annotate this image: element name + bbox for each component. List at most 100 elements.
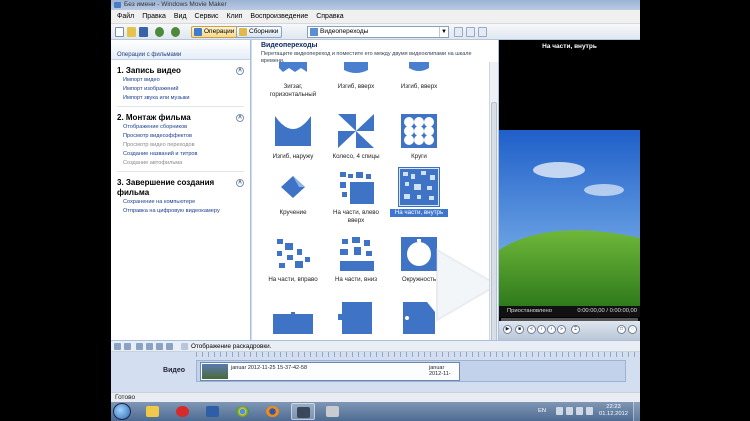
scrollbar-thumb[interactable] (491, 102, 497, 340)
task-section-title-text: 3. Завершение создания фильма (117, 178, 215, 197)
task-section-title: 1. Запись видео ˄ (117, 66, 244, 76)
task-section-edit: 2. Монтаж фильма ˄ Отображение сборников… (111, 107, 250, 172)
menu-playback[interactable]: Воспроизведение (246, 10, 312, 24)
menu-tools[interactable]: Сервис (191, 10, 223, 24)
collections-button[interactable]: Сборники (236, 26, 283, 38)
open-folder-icon[interactable] (127, 27, 136, 37)
link-import-images[interactable]: Импорт изображений (117, 85, 244, 94)
transition-tile[interactable]: Зигзаг, горизонтальный (264, 62, 322, 98)
collections-label: Сборники (249, 28, 279, 35)
stop-icon[interactable]: ■ (515, 325, 524, 334)
next-frame-icon[interactable]: › (547, 325, 556, 334)
views-icon[interactable] (478, 27, 487, 37)
undo-icon[interactable] (155, 27, 164, 37)
storyboard-toggle-icon[interactable] (181, 343, 188, 350)
transition-tile[interactable]: Колесо, 4 спицы (327, 112, 385, 161)
transition-tile[interactable]: Изгиб, вверх (390, 62, 448, 91)
collapse-icon[interactable]: ˄ (236, 179, 244, 187)
play-icon[interactable]: ▶ (503, 325, 512, 334)
transition-tile-selected[interactable]: На части, внутрь (390, 167, 448, 217)
split-icon[interactable]: ⌶ (571, 325, 580, 334)
collapse-icon[interactable]: ˄ (236, 114, 244, 122)
video-clip[interactable]: januar 2012-11-25 15-37-42-58 januar 201… (200, 362, 460, 381)
link-import-video[interactable]: Импорт видео (117, 76, 244, 85)
clock[interactable]: 22:23 01.12.2012 (599, 404, 628, 418)
redo-icon[interactable] (171, 27, 180, 37)
timeline-ruler[interactable] (196, 352, 640, 357)
transition-thumbnail (273, 112, 313, 150)
transition-thumbnail (399, 62, 439, 80)
link-import-audio[interactable]: Импорт звука или музыки (117, 94, 244, 103)
link-save-computer[interactable]: Сохранение на компьютере (117, 198, 244, 207)
storyboard-toggle-label[interactable]: Отображение раскадровки. (191, 341, 271, 352)
taskbar-explorer[interactable] (141, 403, 165, 420)
snapshot-icon[interactable]: ◌ (628, 325, 637, 334)
menu-bar: Файл Правка Вид Сервис Клип Воспроизведение Сп… (111, 10, 640, 24)
save-icon[interactable] (139, 27, 148, 37)
transition-tile[interactable]: Изгиб, наружу (264, 112, 322, 161)
tray-network-icon[interactable] (566, 407, 573, 415)
transition-label: Колесо, 4 спицы (332, 153, 380, 160)
transition-tile[interactable]: На части, влево вверх (327, 168, 385, 224)
play-timeline-icon[interactable] (166, 343, 173, 350)
collapse-icon[interactable]: ˄ (236, 67, 244, 75)
tray-power-icon[interactable] (586, 407, 593, 415)
collection-select-value: Видеопереходы (320, 28, 369, 35)
menu-view[interactable]: Вид (170, 10, 191, 24)
letterbox-left (0, 0, 111, 421)
start-button[interactable] (113, 403, 131, 420)
rewind-timeline-icon[interactable] (156, 343, 163, 350)
collection-select[interactable]: Видеопереходы ▼ (307, 26, 449, 38)
taskbar-opera[interactable] (171, 403, 195, 420)
link-show-collections[interactable]: Отображение сборников (117, 123, 244, 132)
menu-file[interactable]: Файл (111, 10, 138, 24)
new-project-icon[interactable] (115, 27, 124, 37)
transition-label: Круги (411, 153, 427, 160)
transition-tile[interactable]: На части, вниз (327, 235, 385, 284)
tray-volume-icon[interactable] (576, 407, 583, 415)
link-make-automovie: Создание автофильма (123, 160, 183, 166)
link-view-effects[interactable]: Просмотр видеоэффектов (117, 132, 244, 141)
transition-label: Изгиб, вверх (337, 83, 375, 90)
transitions-gallery: Видеопереходы Перетащите видеопереход и … (252, 40, 499, 340)
transition-thumbnail (336, 168, 376, 206)
fullscreen-icon[interactable]: □ (617, 325, 626, 334)
preview-status-bar: Приостановлено 0:00:00,00 / 0:00:00,00 (499, 306, 640, 317)
link-make-titles[interactable]: Создание названий и титров (117, 150, 244, 159)
system-tray: EN 22:23 01.12.2012 (530, 402, 640, 421)
narrate-icon[interactable] (124, 343, 131, 350)
up-level-icon[interactable] (454, 27, 463, 37)
tray-flag-icon[interactable] (556, 407, 563, 415)
operations-button[interactable]: Операции (191, 26, 239, 38)
prev-frame-icon[interactable]: ‹ (537, 325, 546, 334)
forward-icon[interactable]: » (557, 325, 566, 334)
menu-edit[interactable]: Правка (138, 10, 170, 24)
zoom-in-icon[interactable] (136, 343, 143, 350)
preview-screen (499, 130, 640, 306)
rewind-icon[interactable]: « (527, 325, 536, 334)
language-indicator[interactable]: EN (538, 408, 546, 414)
show-desktop-button[interactable] (633, 402, 640, 421)
gallery-scrollbar[interactable] (489, 62, 498, 340)
storyboard-toolbar: Отображение раскадровки. (111, 340, 640, 352)
opera-icon (176, 406, 189, 417)
zoom-out-icon[interactable] (146, 343, 153, 350)
video-track[interactable]: januar 2012-11-25 15-37-42-58 januar 201… (196, 360, 626, 382)
word-icon (206, 406, 219, 417)
menu-clip[interactable]: Клип (223, 10, 247, 24)
transition-label: На части, влево вверх (333, 209, 379, 224)
zoom-icon[interactable] (114, 343, 121, 350)
taskbar-recorder[interactable] (321, 403, 345, 420)
taskbar-chrome[interactable] (231, 403, 255, 420)
cut-icon[interactable] (466, 27, 475, 37)
taskbar-firefox[interactable] (261, 403, 285, 420)
taskbar-word[interactable] (201, 403, 225, 420)
transition-tile[interactable]: Изгиб, вверх (327, 62, 385, 91)
taskbar-movie-maker[interactable] (291, 403, 315, 420)
transition-tile[interactable]: Кручение (264, 168, 322, 217)
transition-tile[interactable]: На части, вправо (264, 235, 322, 284)
link-send-camera[interactable]: Отправка на цифровую видеокамеру (117, 207, 244, 216)
operations-label: Операции (204, 28, 235, 35)
transition-tile[interactable]: Круги (390, 112, 448, 161)
menu-help[interactable]: Справка (312, 10, 347, 24)
